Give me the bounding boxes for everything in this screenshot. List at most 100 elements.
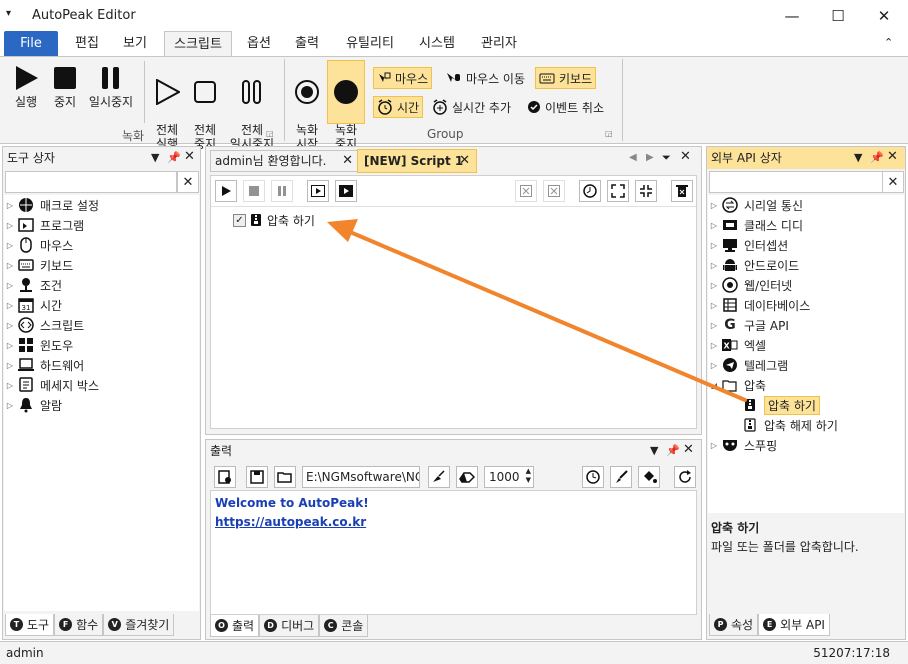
refresh-button[interactable]: [674, 466, 696, 488]
delete-disabled-button[interactable]: [515, 180, 537, 202]
pin-icon[interactable]: 📌: [870, 151, 884, 164]
maximize-button[interactable]: ☐: [815, 0, 861, 31]
tree-item-compress[interactable]: 압축 하기: [708, 395, 904, 415]
tree-item-mouse[interactable]: ▷ 마우스: [4, 235, 199, 255]
scroll-left-icon[interactable]: ◀: [629, 152, 637, 163]
realtime-add-button[interactable]: 실시간 추가: [429, 96, 514, 118]
fill-color-button[interactable]: [638, 466, 660, 488]
dropdown-icon[interactable]: ▼: [151, 151, 159, 164]
close-icon[interactable]: ✕: [887, 149, 898, 164]
tree-item-window[interactable]: ▷ 윈도우: [4, 335, 199, 355]
save-log-button[interactable]: [246, 466, 268, 488]
stop-script-button[interactable]: [243, 180, 265, 202]
tree-item-android[interactable]: ▷ 안드로이드: [708, 255, 904, 275]
api-search-input[interactable]: [709, 171, 883, 193]
expand-icon[interactable]: ▷: [4, 321, 16, 330]
tab-debug[interactable]: D 디버그: [259, 615, 320, 637]
tree-item-spoofing[interactable]: ▷ 스푸핑: [708, 435, 904, 455]
dropdown-icon[interactable]: ▼: [854, 151, 862, 164]
tab-properties[interactable]: P 속성: [709, 614, 759, 636]
tab-system[interactable]: 시스템: [410, 31, 464, 56]
history-button[interactable]: [579, 180, 601, 202]
clear-search-button[interactable]: ✕: [882, 171, 904, 193]
collapse-ribbon-icon[interactable]: ⌃: [884, 36, 893, 49]
tree-item-decompress[interactable]: 압축 해제 하기: [708, 415, 904, 435]
tab-edit[interactable]: 편집: [64, 31, 110, 56]
expand-icon[interactable]: ▷: [4, 301, 16, 310]
timestamp-button[interactable]: [582, 466, 604, 488]
tree-item-time[interactable]: ▷ 31 시간: [4, 295, 199, 315]
eraser-button[interactable]: [456, 466, 478, 488]
expand-icon[interactable]: ▷: [708, 441, 720, 450]
tab-list-icon[interactable]: ⏷: [662, 151, 671, 165]
expand-icon[interactable]: ▷: [708, 341, 720, 350]
minimize-button[interactable]: —: [769, 0, 815, 31]
tab-functions[interactable]: F 함수: [54, 614, 104, 636]
expand-icon[interactable]: ▷: [4, 341, 16, 350]
system-menu-icon[interactable]: ▾: [6, 8, 11, 19]
pause-script-button[interactable]: [271, 180, 293, 202]
keyboard-toggle[interactable]: 키보드: [535, 67, 597, 89]
tree-item-web[interactable]: ▷ 웹/인터넷: [708, 275, 904, 295]
tree-item-compression[interactable]: ◢ 압축: [708, 375, 904, 395]
mouse-move-toggle[interactable]: 마우스 이동: [443, 67, 528, 89]
scroll-right-icon[interactable]: ▶: [646, 152, 654, 163]
tab-console[interactable]: C 콘솔: [319, 615, 369, 637]
expand-icon[interactable]: ▷: [708, 241, 720, 250]
line-count-stepper[interactable]: 1000 ▲ ▼: [484, 466, 534, 488]
tab-file[interactable]: File: [4, 31, 58, 56]
tree-item-telegram[interactable]: ▷ 텔레그램: [708, 355, 904, 375]
tree-item-alarm[interactable]: ▷ 알람: [4, 395, 199, 415]
expand-icon[interactable]: ▷: [4, 241, 16, 250]
expand-icon[interactable]: ▷: [4, 221, 16, 230]
tree-item-script[interactable]: ▷ 스크립트: [4, 315, 199, 335]
expand-icon[interactable]: ▷: [708, 201, 720, 210]
log-path-input[interactable]: E:\NGMsoftware\NG: [302, 466, 420, 488]
tree-item-serial[interactable]: ▷ 시리얼 통신: [708, 195, 904, 215]
expand-icon[interactable]: ▷: [4, 381, 16, 390]
tree-item-program[interactable]: ▷ 프로그램: [4, 215, 199, 235]
tab-script-1[interactable]: [NEW] Script 1 ✕: [357, 149, 477, 173]
tree-item-hardware[interactable]: ▷ 하드웨어: [4, 355, 199, 375]
mouse-toggle[interactable]: 마우스: [373, 67, 433, 89]
delete-script-button[interactable]: [671, 180, 693, 202]
expand-icon[interactable]: ▷: [708, 361, 720, 370]
close-tab-icon[interactable]: ✕: [342, 151, 353, 171]
tab-output-log[interactable]: O 출력: [210, 615, 260, 637]
tab-welcome[interactable]: admin님 환영합니다. ✕: [210, 150, 358, 172]
expand-all-button[interactable]: [607, 180, 629, 202]
close-icon[interactable]: ✕: [683, 442, 694, 457]
tab-options[interactable]: 옵션: [236, 31, 282, 56]
run-script-button[interactable]: [215, 180, 237, 202]
close-icon[interactable]: ✕: [680, 149, 691, 164]
group-launcher-icon[interactable]: ◲: [605, 129, 613, 138]
clean-log-button[interactable]: [428, 466, 450, 488]
brush-button[interactable]: [610, 466, 632, 488]
tab-tools[interactable]: T 도구: [5, 614, 55, 636]
record-stop-button[interactable]: 녹화 중지: [327, 60, 365, 151]
tree-item-keyboard[interactable]: ▷ 키보드: [4, 255, 199, 275]
tab-script[interactable]: 스크립트: [164, 31, 232, 57]
tree-item-class-dd[interactable]: ▷ 클래스 디디: [708, 215, 904, 235]
tree-item-message-box[interactable]: ▷ 메세지 박스: [4, 375, 199, 395]
clear-disabled-button[interactable]: [543, 180, 565, 202]
tree-item-excel[interactable]: ▷ X 엑셀: [708, 335, 904, 355]
expand-icon[interactable]: ▷: [708, 221, 720, 230]
script-item-compress[interactable]: ✓ 압축 하기: [233, 210, 315, 230]
pin-icon[interactable]: 📌: [167, 151, 181, 164]
group-launcher-icon[interactable]: ◲: [266, 129, 274, 138]
event-cancel-button[interactable]: 이벤트 취소: [524, 96, 607, 118]
checkbox[interactable]: ✓: [233, 213, 246, 227]
pause-button[interactable]: 일시중지: [84, 61, 138, 109]
expand-icon[interactable]: ▷: [4, 361, 16, 370]
dropdown-icon[interactable]: ▼: [650, 444, 658, 457]
expand-icon[interactable]: ▷: [708, 261, 720, 270]
open-folder-button[interactable]: [274, 466, 296, 488]
tree-item-condition[interactable]: ▷ 조건: [4, 275, 199, 295]
stepper-arrows-icon[interactable]: ▲ ▼: [526, 467, 531, 485]
close-button[interactable]: ✕: [861, 0, 907, 31]
expand-icon[interactable]: ▷: [4, 261, 16, 270]
expand-icon[interactable]: ▷: [708, 281, 720, 290]
toolbox-search-input[interactable]: [5, 171, 177, 193]
new-log-button[interactable]: [214, 466, 236, 488]
